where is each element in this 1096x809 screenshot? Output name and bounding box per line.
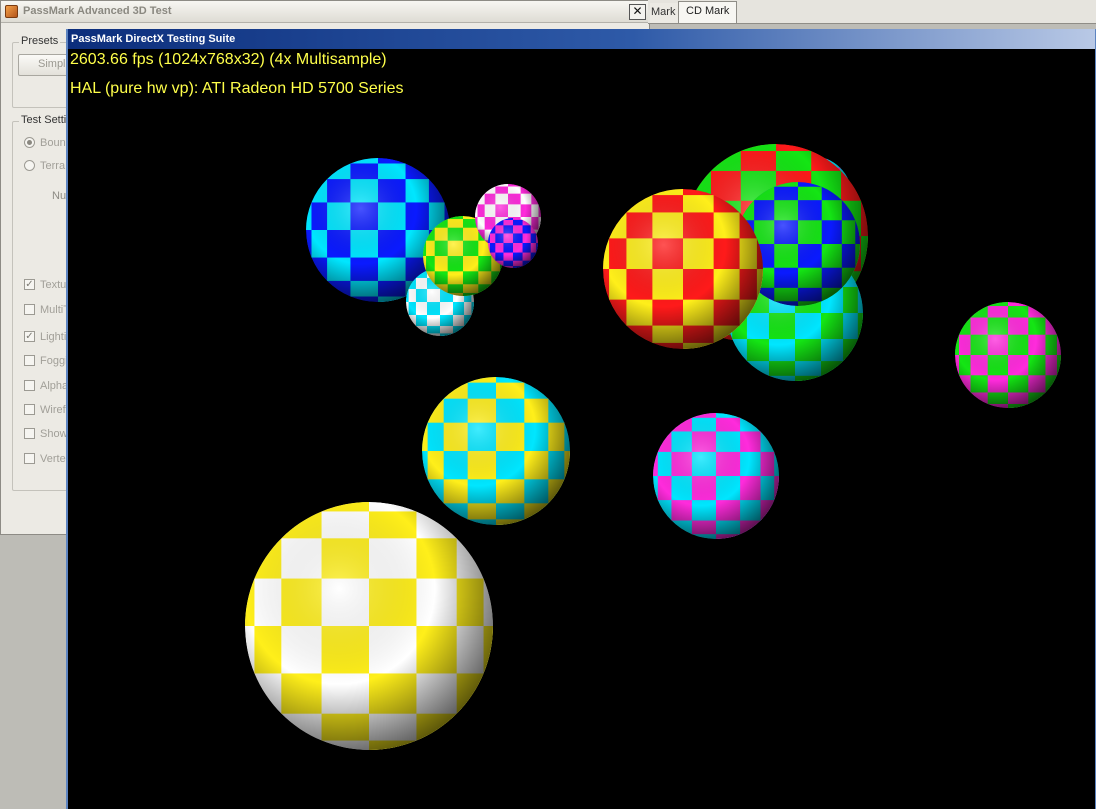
- fogging-label: Foggi: [40, 355, 68, 367]
- checkered-ball: [422, 377, 570, 525]
- terrain-radio[interactable]: [24, 160, 35, 171]
- multitexture-checkbox[interactable]: [24, 304, 35, 315]
- 3d-viewport: 2603.66 fps (1024x768x32) (4x Multisampl…: [68, 49, 1095, 809]
- device-readout: HAL (pure hw vp): ATI Radeon HD 5700 Ser…: [70, 80, 404, 97]
- window-titlebar[interactable]: PassMark Advanced 3D Test ✕: [1, 1, 651, 23]
- checkered-ball: [955, 302, 1061, 408]
- fps-readout: 2603.66 fps (1024x768x32) (4x Multisampl…: [70, 51, 387, 68]
- ball-scene: [245, 144, 1061, 750]
- tab-cd-mark-label: CD Mark: [686, 5, 730, 17]
- texturing-checkbox[interactable]: ✓: [24, 279, 35, 290]
- terrain-label: Terra: [40, 160, 66, 172]
- wireframe-label: Wiref: [40, 404, 66, 416]
- window-title: PassMark Advanced 3D Test: [23, 5, 172, 17]
- vertex-checkbox[interactable]: [24, 453, 35, 464]
- fogging-checkbox[interactable]: [24, 355, 35, 366]
- bouncing-balls-label: Boun: [40, 137, 66, 149]
- directx-testing-window: PassMark DirectX Testing Suite 2603.66 f…: [66, 29, 1096, 809]
- wireframe-checkbox[interactable]: [24, 404, 35, 415]
- show-checkbox[interactable]: [24, 428, 35, 439]
- checkered-ball: [245, 502, 493, 750]
- close-icon: ✕: [632, 4, 643, 18]
- lighting-checkbox[interactable]: ✓: [24, 331, 35, 342]
- checkered-ball: [653, 413, 779, 539]
- desktop: PassMark Advanced 3D Test ✕ Presets Simp…: [0, 0, 1096, 809]
- passmark-app-icon: [5, 5, 18, 18]
- number-label: Nu: [52, 190, 67, 202]
- tab-mark-label: Mark: [651, 6, 676, 18]
- texturing-label: Textu: [40, 279, 67, 291]
- show-label: Show: [40, 428, 68, 440]
- tab-mark[interactable]: Mark: [650, 3, 680, 23]
- tab-cd-mark[interactable]: CD Mark: [678, 1, 738, 23]
- bouncing-balls-radio[interactable]: [24, 137, 35, 148]
- dx-window-title: PassMark DirectX Testing Suite: [71, 33, 236, 45]
- vertex-label: Verte: [40, 453, 66, 465]
- presets-label: Presets: [19, 35, 61, 47]
- alpha-checkbox[interactable]: [24, 380, 35, 391]
- close-button[interactable]: ✕: [629, 4, 646, 20]
- checkered-ball: [488, 218, 538, 268]
- test-settings-label: Test Setti: [19, 114, 69, 126]
- lighting-label: Lighti: [40, 331, 67, 343]
- alpha-label: Alpha: [40, 380, 69, 392]
- checkered-ball: [603, 189, 763, 349]
- dx-window-titlebar[interactable]: PassMark DirectX Testing Suite: [68, 29, 1095, 49]
